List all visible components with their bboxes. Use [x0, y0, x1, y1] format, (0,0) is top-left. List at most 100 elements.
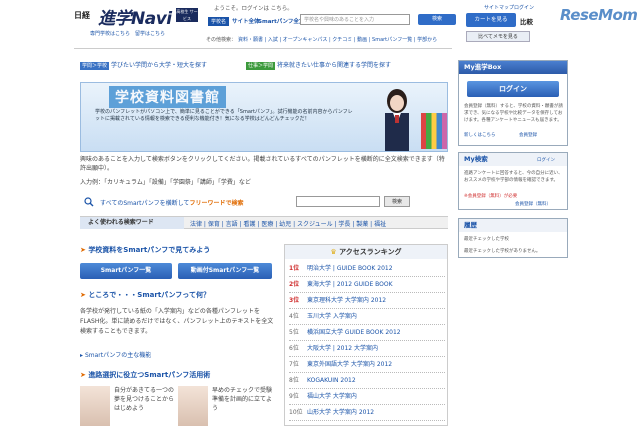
history-panel: 履歴 最近チェックした学校 最近チェックした学校がありません。 [458, 218, 568, 258]
purpose-academic[interactable]: 学問＞学校 学びたい学問から大学・短大を探す [80, 60, 207, 70]
rank-school-name[interactable]: KOGAKUIN 2012 [307, 377, 356, 384]
rank-number: 6位 [289, 345, 299, 352]
smartpamph-features-link[interactable]: ▸ Smartパンフの主な機能 [80, 350, 151, 359]
keyword-links[interactable]: 法律 | 保育 | 言語 | 看護 | 医療 | 幼児 | スクジュール | 学… [190, 219, 386, 228]
rank-number: 8位 [289, 377, 299, 384]
section-howto-head: ➤ 進路選択に役立つSmartパンフ活用術 [80, 370, 210, 380]
arrow-icon: ➤ [80, 246, 86, 254]
section-smartpamph-title: 学校資料をSmartパンフで見てみよう [88, 246, 211, 254]
student-thumbnail[interactable] [178, 386, 208, 426]
resemom-watermark: ReseMom [560, 6, 638, 24]
magnifier-icon [84, 197, 94, 207]
my-search-title: My検索 [464, 155, 488, 163]
my-box-register-link[interactable]: 会員登録 [519, 132, 537, 138]
section-smartpamph-head: ➤ 学校資料をSmartパンフで見てみよう [80, 245, 210, 255]
keyword-bar: よく使われる検索ワード 法律 | 保育 | 言語 | 看護 | 医療 | 幼児 … [80, 216, 448, 229]
section-what-title: ところで・・・Smartパンフって何？ [88, 291, 210, 299]
crown-icon: ♛ [330, 248, 337, 256]
memo-button[interactable]: 比べてメモを見る [466, 31, 530, 42]
ranking-row[interactable]: 8位 KOGAKUIN 2012 [289, 373, 445, 389]
my-box-title: My進学Box [459, 61, 567, 74]
freeword-search-button[interactable]: 検索 [384, 196, 410, 207]
rank-number: 7位 [289, 361, 299, 368]
other-search-label: その他検索： [206, 37, 237, 43]
purpose-text-academic[interactable]: 学びたい学問から大学・短大を探す [111, 62, 207, 69]
sub-site-links[interactable]: 専門学校はこちら 留学はこちら [90, 30, 165, 37]
rank-school-name[interactable]: 明治大学 | GUIDE BOOK 2012 [307, 265, 393, 272]
ranking-title-label: アクセスランキング [339, 248, 402, 256]
rank-school-name[interactable]: 玉川大学 入学案内 [307, 313, 357, 320]
ranking-title: ♛ アクセスランキング [285, 245, 447, 259]
my-search-login-link[interactable]: ログイン [537, 157, 555, 163]
smartpamph-features-label: Smartパンフの主な機能 [84, 352, 152, 359]
ranking-row[interactable]: 7位 東京外国語大学 大学案内 2012 [289, 357, 445, 373]
page-header: 日経 進学Navi 高校生 サービス 専門学校はこちら 留学はこちら ようこそ。… [0, 0, 640, 46]
login-button[interactable]: ログイン [467, 81, 559, 97]
rank-school-name[interactable]: 山形大学 大学案内 2012 [307, 409, 374, 416]
rank-number: 4位 [289, 313, 299, 320]
student-thumbnail[interactable] [80, 386, 110, 426]
rank-school-name[interactable]: 大阪大学 | 2012 大学案内 [307, 345, 378, 352]
smartpamph-list-button[interactable]: Smartパンフ一覧 [80, 263, 172, 279]
banner-text: 学校のパンフレットがパソコン上で、簡単に見ることができる「Smartパンフ」。試… [95, 109, 353, 122]
books-illustration [421, 113, 447, 149]
howto-card-text-1[interactable]: 自分があきてる一つの夢を見つけることからはじめよう [114, 386, 174, 413]
rank-number: 2位 [289, 281, 300, 288]
keyword-bar-title: よく使われる検索ワード [80, 217, 184, 229]
my-box-panel: My進学Box ログイン 会員登録（無料）すると、学校の資料・願書が請求でき、気… [458, 60, 568, 146]
ranking-row[interactable]: 5位 横浜国立大学 GUIDE BOOK 2012 [289, 325, 445, 341]
my-search-note: ※会員登録（無料）が必要 [464, 194, 518, 199]
logo-shingaku-navi[interactable]: 進学Navi [98, 4, 172, 29]
cart-button[interactable]: カートを見る [466, 13, 516, 27]
compare-label[interactable]: 比較 [520, 16, 533, 26]
section-what-text: 各学校が発行している紙の「入学案内」などの各種パンフレットをFLASH化。単に読… [80, 308, 274, 335]
header-login-link[interactable]: ログイン [514, 4, 534, 11]
rank-number: 9位 [289, 393, 299, 400]
my-box-new-link[interactable]: 新しくはこちら [464, 132, 496, 138]
history-label: 最近チェックした学校 [464, 237, 509, 242]
access-ranking: ♛ アクセスランキング 1位 明治大学 | GUIDE BOOK 2012 2位東… [284, 244, 448, 426]
purpose-text-career[interactable]: 将来就きたい仕事から関連する学問を探す [277, 62, 391, 69]
header-search-button[interactable]: 検索 [418, 14, 456, 25]
rank-number: 5位 [289, 329, 299, 336]
student-illustration [385, 89, 409, 151]
search-scope-tag[interactable]: 学校名 [208, 17, 230, 26]
search-scope-site[interactable]: サイト全体 [232, 17, 260, 25]
arrow-icon: ➤ [80, 291, 86, 299]
other-search-links[interactable]: 資料・願書 | 入試 | オープンキャンパス | クチコミ | 動画 | Sma… [238, 36, 437, 43]
my-search-register-link[interactable]: 会員登録（無料） [515, 201, 551, 207]
rank-school-name[interactable]: 東海大学 | 2012 GUIDE BOOK [307, 281, 393, 288]
ranking-row[interactable]: 3位 東京理科大学 大学案内 2012 [289, 293, 445, 309]
rank-school-name[interactable]: 横浜国立大学 GUIDE BOOK 2012 [307, 329, 401, 336]
history-empty-message: 最近チェックした学校がありません。 [464, 249, 541, 254]
freeword-label: すべてのSmartパンフを横断してフリーワードで検索 [100, 198, 243, 207]
ranking-row[interactable]: 1位 明治大学 | GUIDE BOOK 2012 [289, 261, 445, 277]
video-smartpamph-list-button[interactable]: 動画付Smartパンフ一覧 [178, 263, 272, 279]
howto-card-text-2[interactable]: 早めのチェックで受験準備を計画的に立てよう [212, 386, 272, 413]
ranking-row[interactable]: 10位 山形大学 大学案内 2012 [289, 405, 445, 421]
library-banner: 学校資料図書館 学校のパンフレットがパソコン上で、簡単に見ることができる「Sma… [80, 82, 448, 152]
history-title: 履歴 [459, 219, 567, 232]
rank-school-name[interactable]: 東京外国語大学 大学案内 2012 [307, 361, 392, 368]
header-search-input[interactable]: 学校名や興味のあることを入力 [300, 14, 410, 25]
rank-school-name[interactable]: 東京理科大学 大学案内 2012 [307, 297, 386, 304]
purpose-tag-career: 仕事＞学問 [246, 62, 276, 70]
ranking-row[interactable]: 4位 玉川大学 入学案内 [289, 309, 445, 325]
ranking-row[interactable]: 6位 大阪大学 | 2012 大学案内 [289, 341, 445, 357]
input-example: 入力例：「カリキュラム」「設備」「学園祭」「講師」「学費」など [80, 179, 251, 186]
rank-number: 1位 [289, 265, 300, 272]
my-search-description: 進路アンケートに回答すると、今の自分に近い、おススメの学校や学部の情報を確認でき… [464, 171, 563, 183]
search-scope-fulltext[interactable]: Smartパンフ全文 [258, 17, 304, 25]
rank-number: 3位 [289, 297, 300, 304]
purpose-career[interactable]: 仕事＞学問 将来就きたい仕事から関連する学問を探す [246, 60, 391, 70]
ranking-row[interactable]: 9位 福山大学 大学案内 [289, 389, 445, 405]
ranking-row[interactable]: 2位 東海大学 | 2012 GUIDE BOOK [289, 277, 445, 293]
rank-school-name[interactable]: 福山大学 大学案内 [307, 393, 357, 400]
banner-title: 学校資料図書館 [109, 86, 226, 108]
freeword-search-input[interactable] [296, 196, 380, 207]
logo-badge: 高校生 サービス [176, 8, 198, 22]
logo-nikkei: 日経 [74, 11, 90, 20]
freeword-label-prefix: すべてのSmartパンフを横断して [100, 200, 190, 207]
section-howto-title: 進路選択に役立つSmartパンフ活用術 [88, 371, 211, 379]
sitemap-link[interactable]: サイトマップ [484, 4, 514, 11]
